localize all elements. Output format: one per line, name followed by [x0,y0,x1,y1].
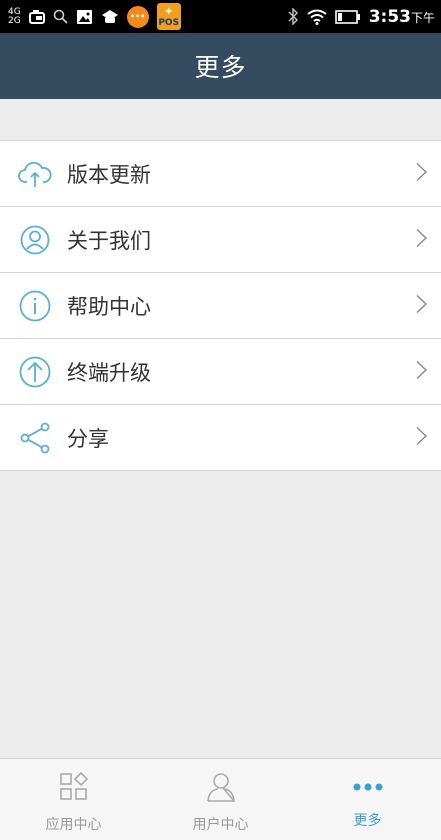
chevron-right-icon [416,228,428,251]
chevron-right-icon [416,360,428,383]
user-circle-icon [18,223,52,257]
tab-app-center[interactable]: 应用中心 [0,759,147,840]
menu-item-about-us[interactable]: 关于我们 [0,207,441,273]
pos-app-icon: ✦ POS [156,3,181,30]
user-icon [206,772,236,806]
page-header: 更多 [0,33,441,99]
app-icon: ••• [126,5,149,28]
menu-item-label: 帮助中心 [67,294,151,319]
hat-icon [101,9,119,25]
tab-label: 更多 [353,813,382,829]
menu-item-help-center[interactable]: 帮助中心 [0,273,441,339]
more-dots-icon [353,772,383,802]
status-bar: 4G 2G ••• ✦ POS 3:53下午 [0,0,441,33]
arrow-up-circle-icon [18,355,52,389]
settings-menu: 版本更新 关于我们 帮助中心 终端升级 分享 [0,140,441,471]
page-title: 更多 [194,53,247,82]
signal-icon: 4G 2G [8,7,21,26]
chevron-right-icon [416,162,428,185]
menu-item-terminal-upgrade[interactable]: 终端升级 [0,339,441,405]
camera-icon [28,9,45,24]
bottom-tab-bar: 应用中心 用户中心 更多 [0,758,441,840]
image-icon [76,9,93,25]
menu-item-share[interactable]: 分享 [0,405,441,471]
info-icon [18,289,52,323]
grid-icon [59,771,89,806]
tab-more[interactable]: 更多 [294,759,441,840]
tab-label: 用户中心 [192,817,249,833]
search-icon [53,9,68,24]
cloud-upload-icon [18,157,52,191]
tab-user-center[interactable]: 用户中心 [147,759,294,840]
menu-item-label: 版本更新 [67,162,151,187]
pos-label: POS [158,18,180,28]
menu-item-label: 终端升级 [67,360,151,385]
wifi-icon [307,9,327,25]
time-value: 3:53 [368,6,411,27]
share-icon [18,421,52,455]
network-2g-label: 2G [8,15,21,26]
bluetooth-icon [287,8,299,25]
time-suffix: 下午 [410,10,435,25]
chevron-right-icon [416,426,428,449]
tab-label: 应用中心 [45,817,102,833]
chevron-right-icon [416,294,428,317]
status-time: 3:53下午 [369,7,435,27]
menu-item-version-update[interactable]: 版本更新 [0,141,441,207]
menu-item-label: 分享 [67,426,109,451]
battery-icon [334,9,361,24]
menu-item-label: 关于我们 [67,228,151,253]
